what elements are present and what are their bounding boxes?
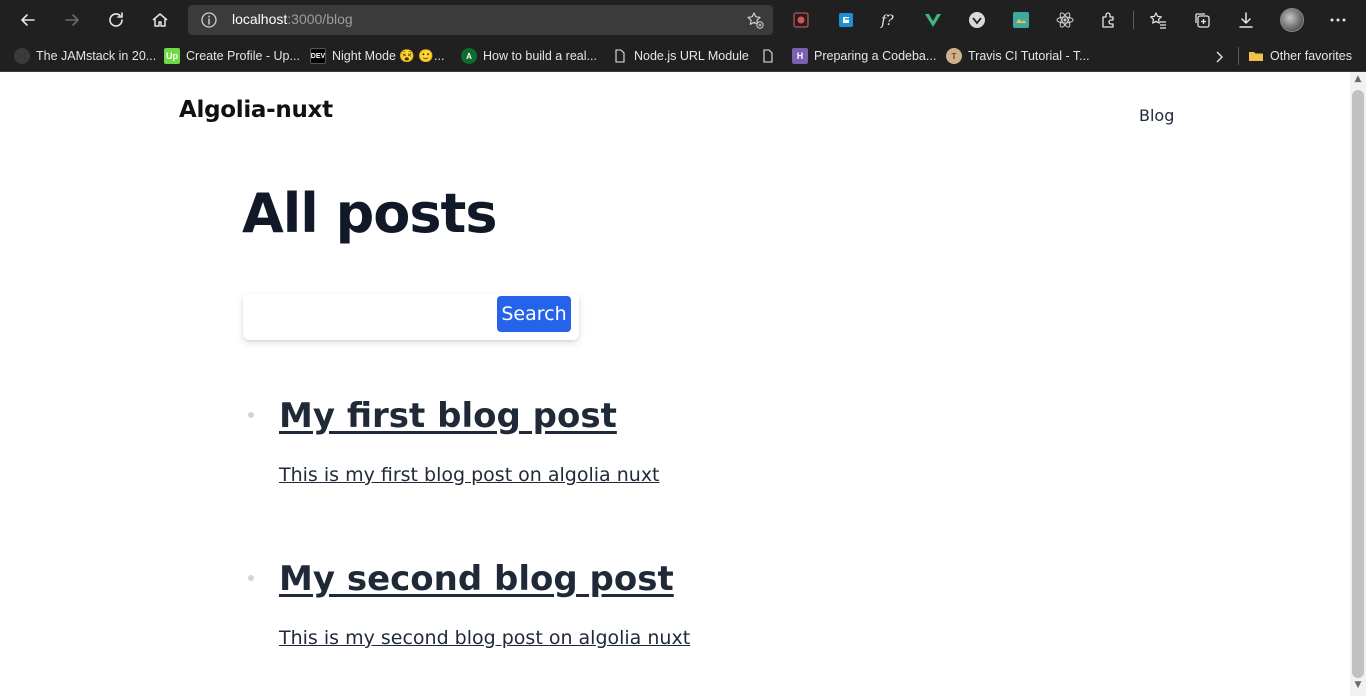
info-icon[interactable] xyxy=(200,11,218,29)
bookmark-heroku[interactable]: H Preparing a Codeba... xyxy=(792,45,936,67)
browser-toolbar: localhost:3000/blog f? xyxy=(0,0,1366,40)
home-button[interactable] xyxy=(144,4,176,36)
bookmark-label: Create Profile - Up... xyxy=(186,49,300,63)
search-input[interactable] xyxy=(251,302,491,332)
bookmark-android[interactable]: A How to build a real... xyxy=(461,45,597,67)
search-form: Search xyxy=(243,294,579,340)
upwork-icon: Up xyxy=(164,48,180,64)
travis-icon: T xyxy=(946,48,962,64)
post-title-link[interactable]: My second blog post xyxy=(279,559,690,599)
bookmark-upwork[interactable]: Up Create Profile - Up... xyxy=(164,45,300,67)
search-button[interactable]: Search xyxy=(497,296,571,332)
function-extension-icon[interactable]: f? xyxy=(878,9,900,31)
bookmarks-divider xyxy=(1238,47,1239,65)
back-button[interactable] xyxy=(12,4,44,36)
more-options-icon[interactable] xyxy=(1327,9,1349,31)
add-favorite-icon[interactable] xyxy=(745,10,765,30)
profile-avatar[interactable] xyxy=(1280,8,1304,32)
jamstack-icon xyxy=(14,48,30,64)
nav-link-blog[interactable]: Blog xyxy=(1139,106,1174,125)
arrow-left-icon xyxy=(21,14,35,26)
bookmark-label: Preparing a Codeba... xyxy=(814,49,937,63)
bookmarks-bar: The JAMstack in 20... Up Create Profile … xyxy=(0,40,1366,72)
screen-capture-extension-icon[interactable] xyxy=(835,9,857,31)
list-bullet xyxy=(248,575,254,581)
bookmark-other-favorites[interactable]: Other favorites xyxy=(1248,45,1352,67)
refresh-icon xyxy=(109,12,123,27)
extensions-icon[interactable] xyxy=(1098,9,1120,31)
android-icon: A xyxy=(461,48,477,64)
scrollbar-thumb[interactable] xyxy=(1352,90,1364,678)
scroll-down-arrow-icon[interactable]: ▼ xyxy=(1350,680,1366,694)
bookmark-label: Node.js URL Module xyxy=(634,49,749,63)
folder-icon xyxy=(1248,48,1264,64)
bookmark-travis[interactable]: T Travis CI Tutorial - T... xyxy=(946,45,1090,67)
heroku-icon: H xyxy=(792,48,808,64)
bookmark-jamstack[interactable]: The JAMstack in 20... xyxy=(14,45,156,67)
chevron-right-icon[interactable] xyxy=(1212,50,1226,64)
page-viewport: Algolia-nuxt Blog All posts Search My fi… xyxy=(0,72,1350,696)
bookmark-label: How to build a real... xyxy=(483,49,597,63)
collections-icon[interactable] xyxy=(1191,9,1213,31)
shield-extension-icon[interactable] xyxy=(966,9,988,31)
url-host: localhost xyxy=(232,11,288,27)
scroll-up-arrow-icon[interactable]: ▲ xyxy=(1350,74,1366,88)
site-logo[interactable]: Algolia-nuxt xyxy=(179,97,333,123)
address-bar[interactable]: localhost:3000/blog xyxy=(188,5,773,35)
svg-text:f?: f? xyxy=(880,13,894,29)
list-item: My second blog post This is my second bl… xyxy=(248,559,690,649)
bookmark-untitled[interactable] xyxy=(760,45,776,67)
home-icon xyxy=(152,13,168,27)
list-bullet xyxy=(248,412,254,418)
bookmark-dev[interactable]: DEV Night Mode 😵 🙂... xyxy=(310,45,444,67)
url-path: :3000/blog xyxy=(287,11,353,27)
page-title: All posts xyxy=(242,182,497,245)
page-scrollbar[interactable]: ▲ ▼ xyxy=(1350,72,1366,696)
bookmark-label: Night Mode 😵 🙂... xyxy=(332,48,445,63)
forward-button[interactable] xyxy=(56,4,88,36)
favorites-icon[interactable] xyxy=(1147,9,1169,31)
post-description-link[interactable]: This is my second blog post on algolia n… xyxy=(279,627,690,649)
bookmark-nodejs-url[interactable]: Node.js URL Module xyxy=(612,45,749,67)
page-icon xyxy=(760,48,776,64)
arrow-right-icon xyxy=(65,14,79,26)
dev-icon: DEV xyxy=(310,48,326,64)
bookmark-label: Travis CI Tutorial - T... xyxy=(968,49,1090,63)
bookmark-label: Other favorites xyxy=(1270,49,1352,63)
bookmark-label: The JAMstack in 20... xyxy=(36,49,157,63)
list-item: My first blog post This is my first blog… xyxy=(248,396,660,486)
refresh-button[interactable] xyxy=(100,4,132,36)
map-extension-icon[interactable] xyxy=(1010,9,1032,31)
vue-devtools-icon[interactable] xyxy=(922,9,944,31)
page-icon xyxy=(612,48,628,64)
toolbar-divider xyxy=(1133,11,1134,29)
react-devtools-icon[interactable] xyxy=(1054,9,1076,31)
post-title-link[interactable]: My first blog post xyxy=(279,396,660,436)
record-extension-icon[interactable] xyxy=(790,9,812,31)
downloads-icon[interactable] xyxy=(1235,9,1257,31)
post-description-link[interactable]: This is my first blog post on algolia nu… xyxy=(279,464,660,486)
url-text[interactable]: localhost:3000/blog xyxy=(232,11,353,27)
